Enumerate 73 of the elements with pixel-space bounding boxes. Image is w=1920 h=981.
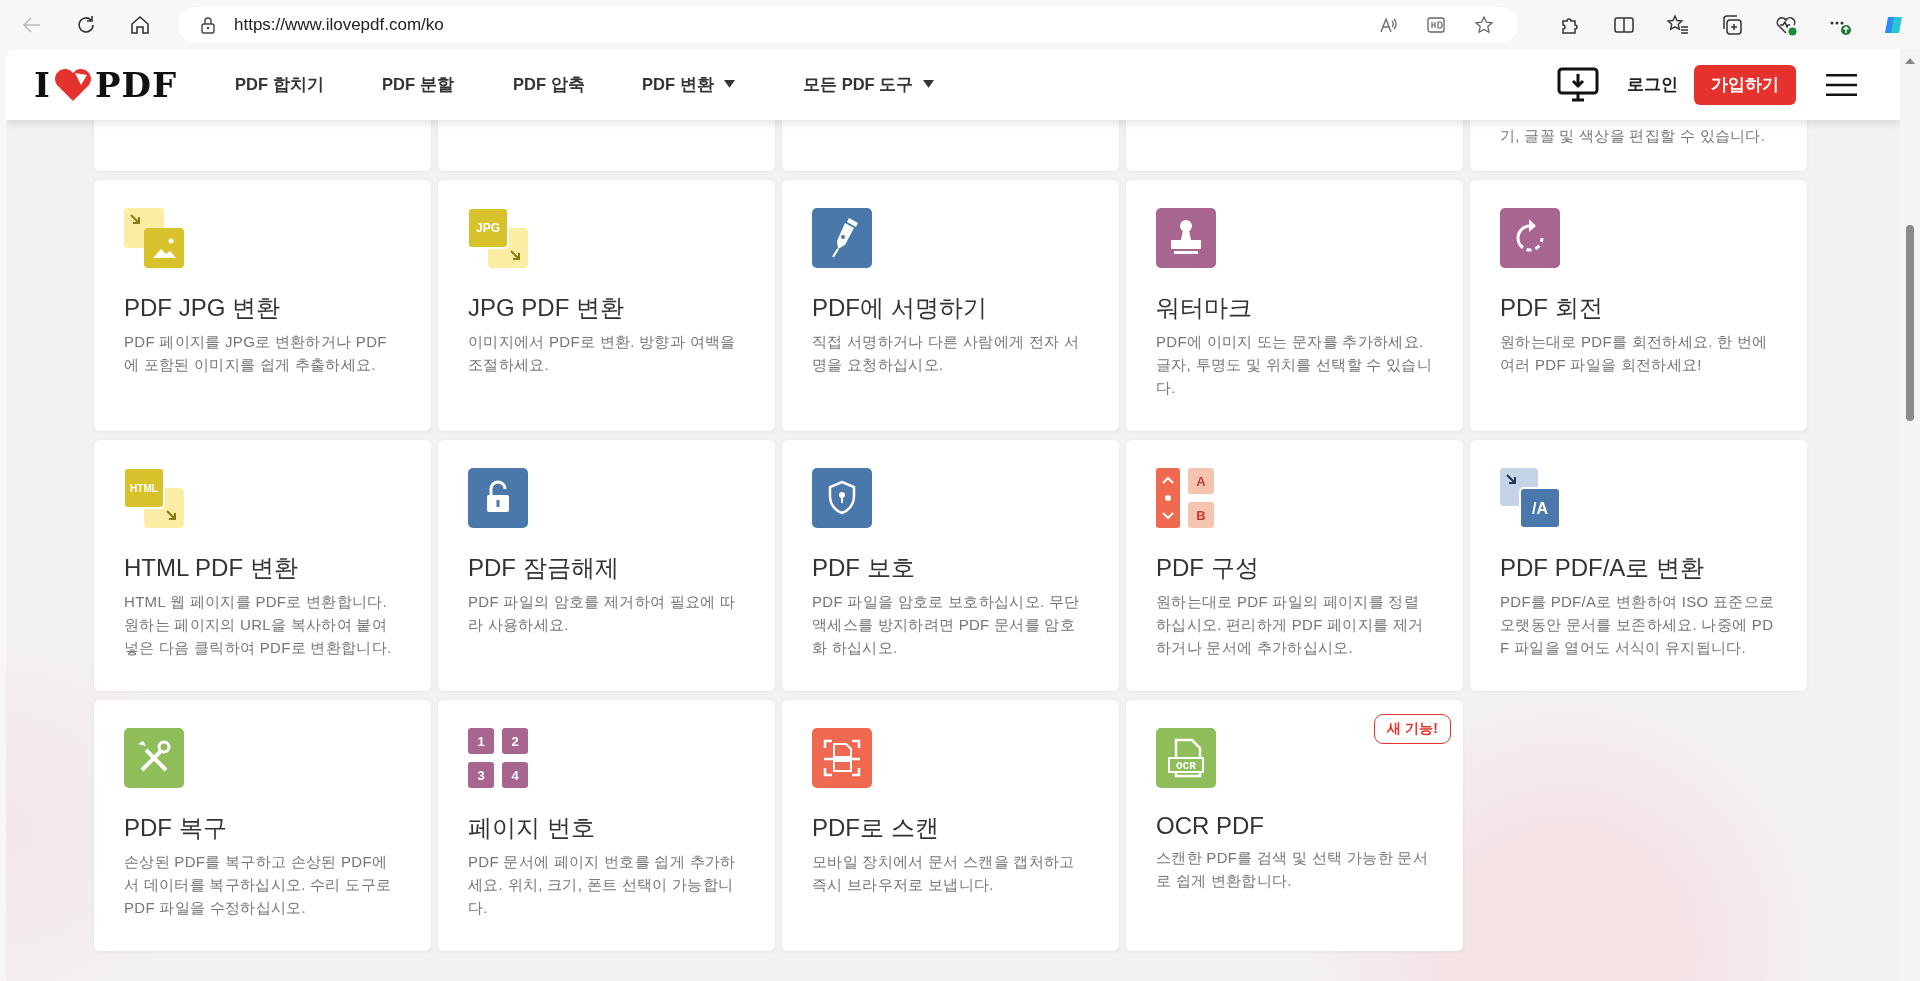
tool-card[interactable]: PDF 복구 손상된 PDF를 복구하고 손상된 PDF에서 데이터를 복구하십시오. 수리 도구로 PDF 파일을 수정하십시오. [94,700,431,951]
nav-link[interactable]: PDF 압축 [513,73,643,96]
tool-title: PDF 구성 [1156,553,1260,583]
collections-icon[interactable] [1720,12,1744,37]
hd-icon[interactable] [1426,14,1446,35]
tool-card[interactable]: A B PDF 구성 원하는대로 PDF 파일의 페이지를 정렬하십시오. 편리하게 PDF 페이지를 제거하거나 문서에 추가하십시오. [1126,440,1463,691]
scan-icon [812,728,872,788]
tool-description: 스캔한 PDF를 검색 및 선택 가능한 문서로 쉽게 변환합니다. [1156,848,1429,891]
tool-title: PDF 보호 [812,553,916,583]
image-convert-icon [124,208,184,268]
tool-title: PDF JPG 변환 [124,293,281,323]
tool-title: PDF에 서명하기 [812,293,988,323]
signup-button[interactable]: 가입하기 [1694,64,1796,105]
star-icon[interactable] [1474,14,1494,35]
favorites-icon[interactable] [1666,12,1690,37]
tool-card[interactable]: PDF 잠금해제 PDF 파일의 암호를 제거하여 필요에 따라 사용하세요. [438,440,775,691]
pen-icon [812,208,872,268]
url-text: https://www.ilovepdf.com/ko [234,14,445,35]
tool-title: PDF 잠금해제 [468,553,620,583]
tool-card[interactable]: PDF 회전 원하는대로 PDF를 회전하세요. 한 번에 여러 PDF 파일을 회전하세요! [1470,180,1807,431]
tool-description: 이미지에서 PDF로 변환. 방향과 여백을 조절하세요. [468,332,737,375]
stamp-icon [1156,208,1216,268]
tool-card[interactable]: PDF 보호 PDF 파일을 암호로 보호하십시오. 무단 액세스를 방지하려면 PDF 문서를 암호화 하십시오. [782,440,1119,691]
scroll-up-icon[interactable] [1905,57,1915,65]
tool-description: 모바일 장치에서 문서 스캔을 캡처하고 즉시 브라우저로 보냅니다. [812,852,1076,895]
scrollbar-thumb[interactable] [1906,225,1914,421]
address-bar[interactable]: https://www.ilovepdf.com/ko [178,6,1518,43]
tool-card[interactable]: PDF로 스캔 모바일 장치에서 문서 스캔을 캡처하고 즉시 브라우저로 보냅니다. [782,700,1119,951]
tool-description: 기, 글꼴 및 색상을 편집할 수 있습니다. [1500,126,1767,146]
tool-description: 원하는대로 PDF를 회전하세요. 한 번에 여러 PDF 파일을 회전하세요! [1500,332,1769,375]
tool-card[interactable]: 새 기능! OCR OCR PDF 스캔한 PDF를 검색 및 선택 가능한 문서로 쉽게 변환합니다. [1126,700,1463,951]
tool-description: PDF에 이미지 또는 문자를 추가하세요. 글자, 투명도 및 위치를 선택할 수 있습니다. [1156,332,1433,398]
logo[interactable]: I PDF [34,64,178,105]
tool-description: PDF 문서에 페이지 번호를 쉽게 추가하세요. 위치, 크기, 폰트 선택이 가능합니다. [468,852,737,918]
tool-card[interactable]: 워터마크 PDF에 이미지 또는 문자를 추가하세요. 글자, 투명도 및 위치를 선택할 수 있습니다. [1126,180,1463,431]
nav-link[interactable]: PDF 합치기 [235,73,383,96]
tool-title: 워터마크 [1156,293,1253,323]
tool-card[interactable]: HTML HTML PDF 변환 HTML 웹 페이지를 PDF로 변환합니다. 원하는 페이지의 URL을 복사하여 붙여넣은 다음 클릭하여 PDF로 변환합니다. [94,440,431,691]
nav-link[interactable]: PDF 변환 [642,73,804,96]
shield-icon [812,468,872,528]
tool-card[interactable]: /A PDF PDF/A로 변환 PDF를 PDF/A로 변환하여 ISO 표준으로 오랫동안 문서를 보존하세요. 나중에 PDF 파일을 열어도 서식이 유지됩니다. [1470,440,1807,691]
nav-link[interactable]: 모든 PDF 도구 [803,73,935,96]
tool-title: PDF로 스캔 [812,813,940,843]
tool-description: PDF를 PDF/A로 변환하여 ISO 표준으로 오랫동안 문서를 보존하세요. 나중에 PDF 파일을 열어도 서식이 유지됩니다. [1500,592,1776,658]
ocr-icon: OCR [1156,728,1216,788]
login-link[interactable]: 로그인 [1627,73,1678,96]
tools-icon [124,728,184,788]
tool-description: 손상된 PDF를 복구하고 손상된 PDF에서 데이터를 복구하십시오. 수리 도구로 PDF 파일을 수정하십시오. [124,852,393,918]
tool-description: PDF 파일의 암호를 제거하여 필요에 따라 사용하세요. [468,592,737,635]
tool-card[interactable]: PDF JPG 변환 PDF 페이지를 JPG로 변환하거나 PDF에 포함된 이미지를 쉽게 추출하세요. [94,180,431,431]
tool-title: JPG PDF 변환 [468,293,625,323]
tool-title: PDF 회전 [1500,293,1604,323]
tool-description: 원하는대로 PDF 파일의 페이지를 정렬하십시오. 편리하게 PDF 페이지를 제거하거나 문서에 추가하십시오. [1156,592,1425,658]
menu-icon[interactable] [1826,72,1857,97]
tool-title: PDF 복구 [124,813,228,843]
desktop-download-icon[interactable] [1557,66,1599,103]
unlock-icon [468,468,528,528]
tool-title: HTML PDF 변환 [124,553,299,583]
tool-title: PDF PDF/A로 변환 [1500,553,1705,583]
tool-title: 페이지 번호 [468,813,596,843]
new-badge: 새 기능! [1374,714,1451,744]
tool-description: 직접 서명하거나 다른 사람에게 전자 서명을 요청하십시오. [812,332,1081,375]
lock-icon[interactable] [198,14,218,35]
nav-link[interactable]: PDF 분할 [382,73,514,96]
tool-card[interactable]: 1 2 3 4 페이지 번호 PDF 문서에 페이지 번호를 쉽게 추가하세요. 위치, 크기, 폰트 선택이 가능합니다. [438,700,775,951]
tool-card[interactable]: JPG JPG PDF 변환 이미지에서 PDF로 변환. 방향과 여백을 조절하세요. [438,180,775,431]
tool-title: OCR PDF [1156,812,1265,840]
tool-card[interactable]: 기, 글꼴 및 색상을 편집할 수 있습니다. [1470,120,1807,171]
tool-card[interactable]: PDF에 서명하기 직접 서명하거나 다른 사람에게 전자 서명을 요청하십시오. [782,180,1119,431]
tool-description: HTML 웹 페이지를 PDF로 변환합니다. 원하는 페이지의 URL을 복사하여 붙여넣은 다음 클릭하여 PDF로 변환합니다. [124,592,393,658]
rotate-icon [1500,208,1560,268]
tool-description: PDF 파일을 암호로 보호하십시오. 무단 액세스를 방지하려면 PDF 문서를 암호화 하십시오. [812,592,1081,658]
tool-description: PDF 페이지를 JPG로 변환하거나 PDF에 포함된 이미지를 쉽게 추출하세요. [124,332,388,375]
